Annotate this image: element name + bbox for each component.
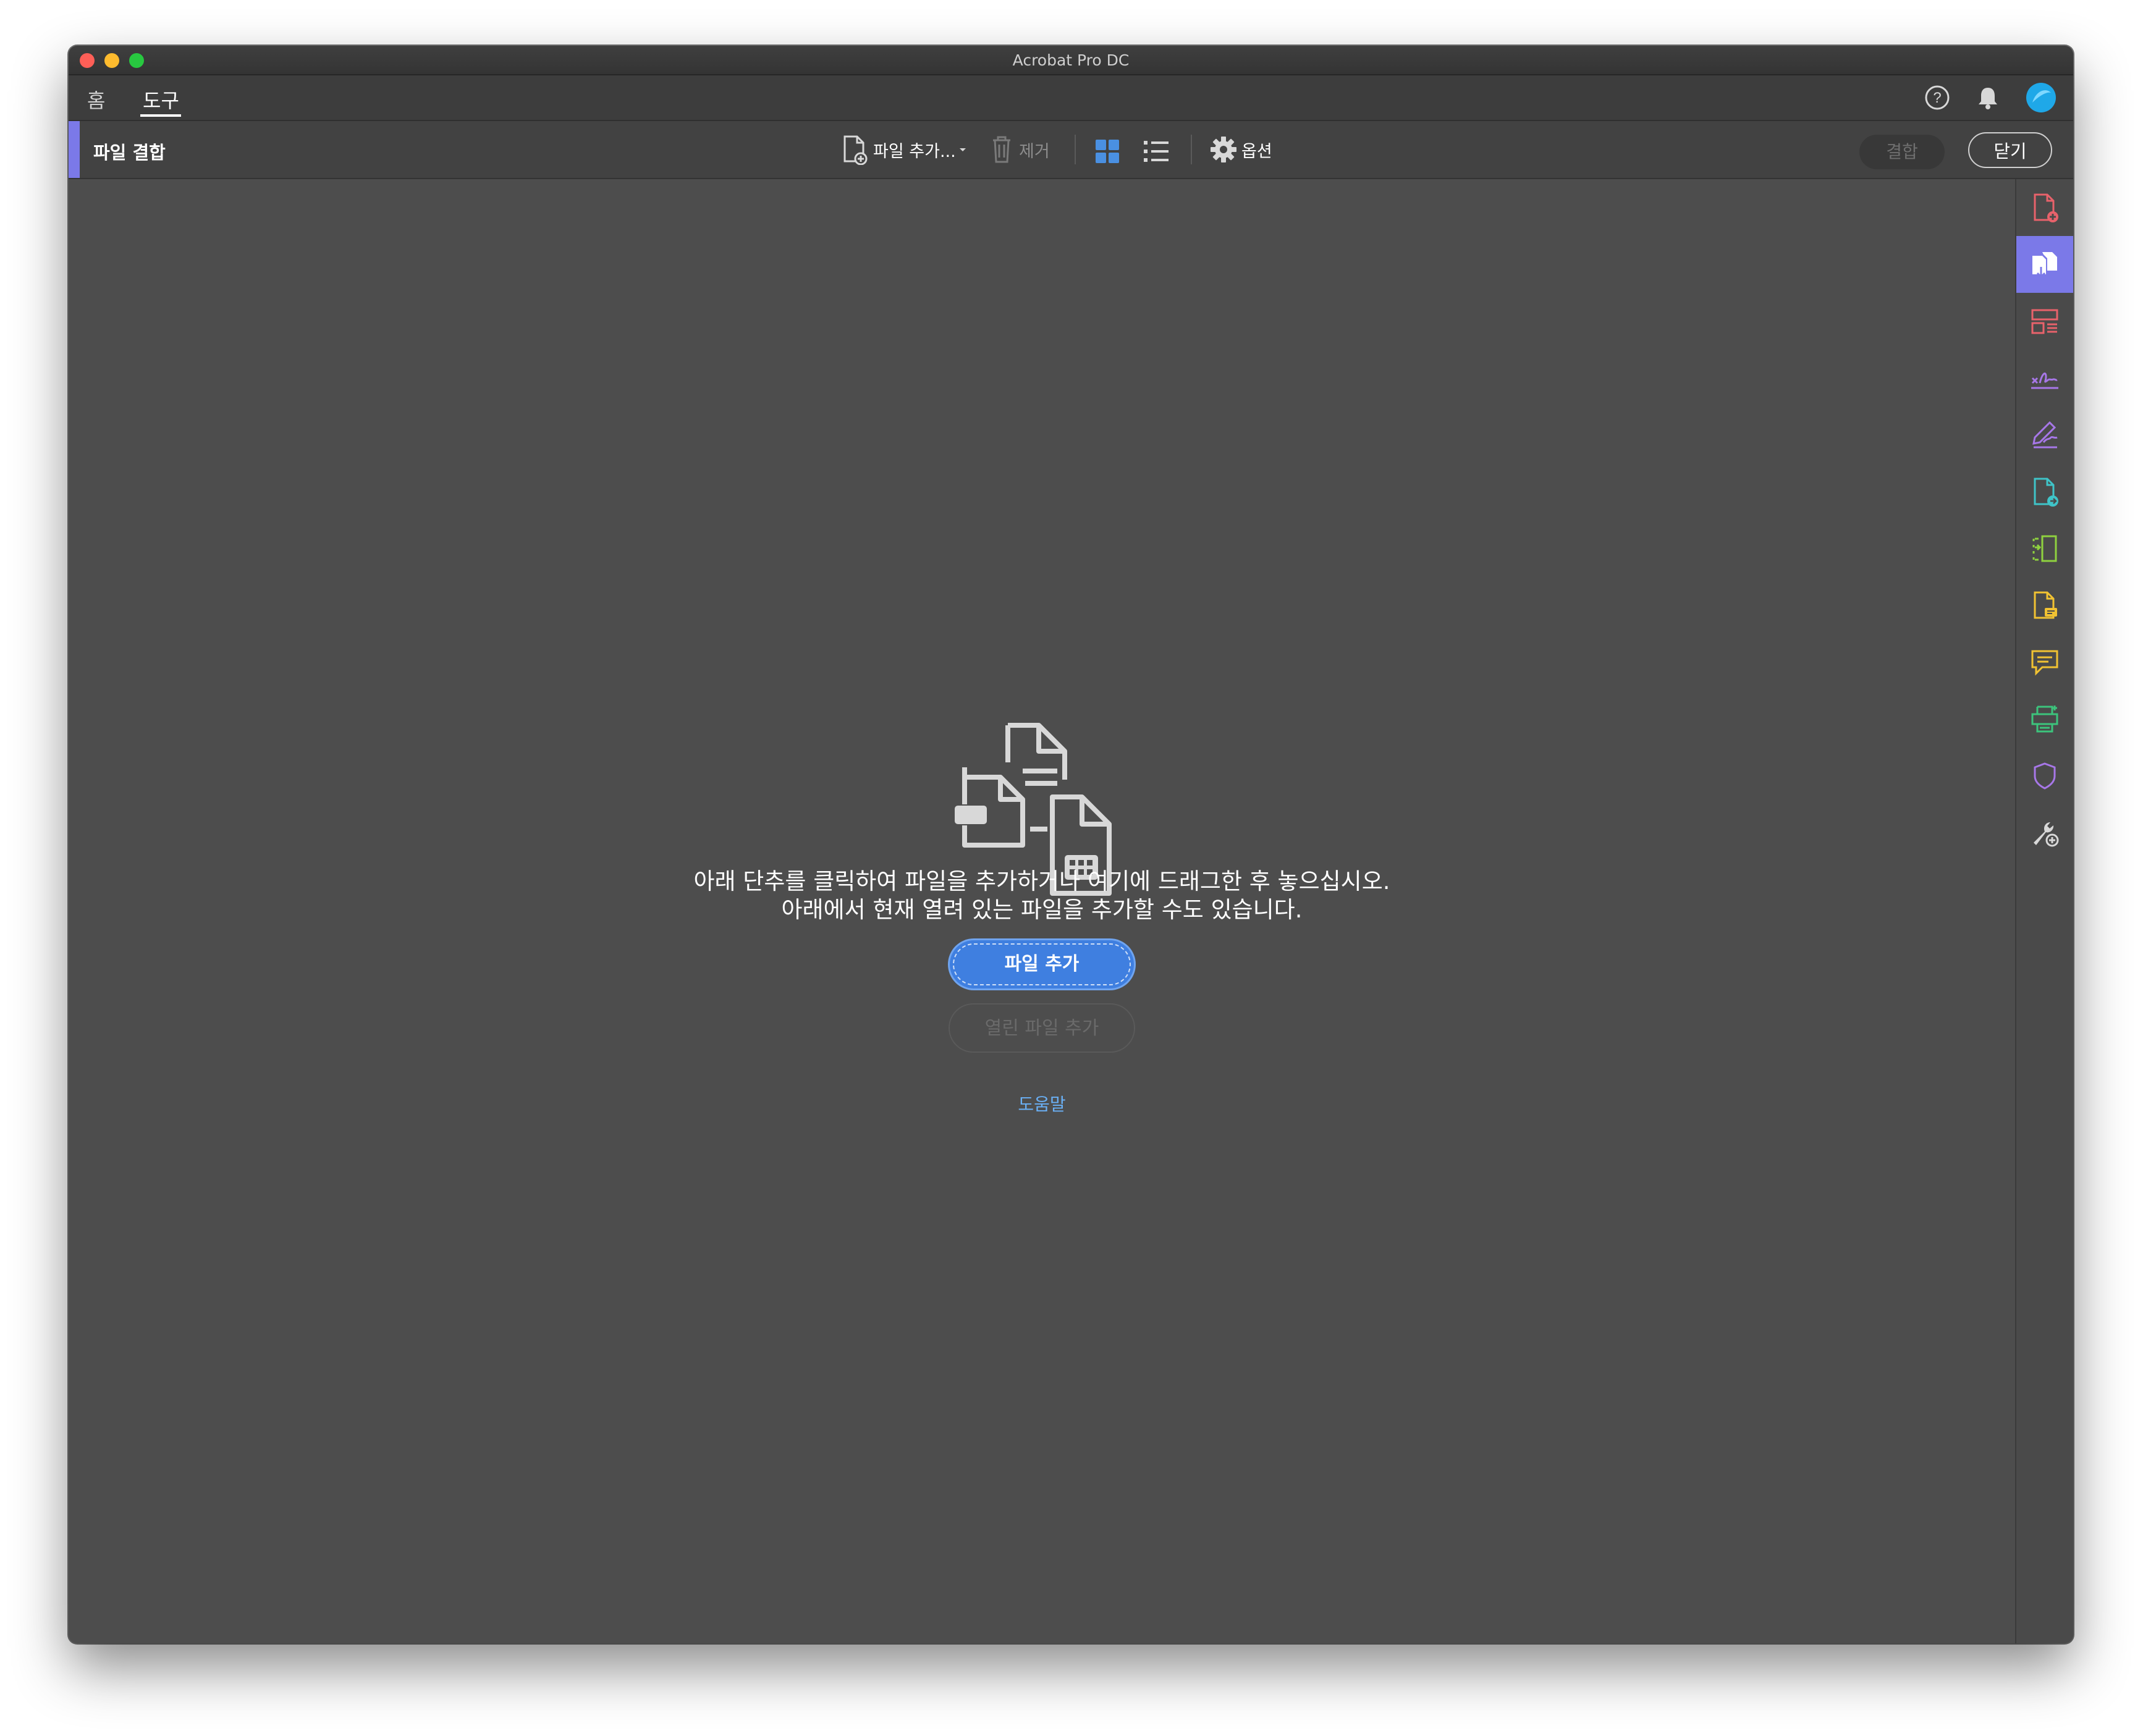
export-pdf-icon <box>2034 478 2058 507</box>
sidebar-item-comment[interactable] <box>2016 634 2073 691</box>
more-tools-icon <box>2034 822 2059 847</box>
scan-ocr-icon <box>2031 706 2058 733</box>
add-files-label: 파일 추가... <box>873 141 956 161</box>
request-signature-icon <box>2032 421 2058 449</box>
sidebar-item-scan-ocr[interactable] <box>2016 691 2073 748</box>
toolbar-separator <box>1191 135 1192 164</box>
user-avatar-icon[interactable] <box>2025 82 2057 114</box>
gear-icon <box>1211 137 1236 162</box>
app-window: Acrobat Pro DC 홈 도구 ? 파일 결합 파일 추가... 제거 … <box>69 46 2073 1643</box>
close-tool-button[interactable]: 닫기 <box>1968 132 2052 168</box>
sidebar-item-edit-pdf[interactable] <box>2016 520 2073 577</box>
remove-button[interactable]: 제거 <box>988 132 1050 167</box>
edit-pdf-icon <box>2032 535 2057 562</box>
sidebar-item-more-tools[interactable] <box>2016 804 2073 861</box>
trash-icon <box>993 136 1010 163</box>
protect-icon <box>2034 762 2056 790</box>
sidebar-item-export-pdf[interactable] <box>2016 463 2073 520</box>
options-button[interactable]: 옵션 <box>1209 132 1272 167</box>
sidebar-item-comment-file[interactable] <box>2016 577 2073 634</box>
list-view-icon[interactable] <box>1143 138 1170 164</box>
chevron-down-icon <box>959 148 966 151</box>
add-file-button[interactable]: 파일 추가 <box>950 940 1134 988</box>
window-title: Acrobat Pro DC <box>1012 51 1130 69</box>
fill-sign-icon <box>2031 373 2058 389</box>
organize-pages-icon <box>2031 309 2058 334</box>
help-icon[interactable]: ? <box>1924 84 1951 111</box>
add-files-button[interactable]: 파일 추가... <box>840 132 970 167</box>
tab-home[interactable]: 홈 <box>87 85 105 114</box>
sidebar-item-create-pdf[interactable] <box>2016 179 2073 236</box>
combine-button[interactable]: 결합 <box>1859 135 1945 169</box>
tool-accent-bar <box>69 121 80 178</box>
help-link[interactable]: 도움말 <box>983 1091 1101 1116</box>
create-pdf-icon <box>2034 193 2058 222</box>
remove-label: 제거 <box>1019 141 1050 161</box>
tools-sidebar <box>2015 179 2073 1643</box>
notification-bell-icon[interactable] <box>1974 84 2001 111</box>
sidebar-item-protect[interactable] <box>2016 748 2073 804</box>
tool-toolbar: 파일 결합 파일 추가... 제거 옵션 결합 닫기 <box>69 121 2073 179</box>
comment-icon <box>2031 650 2058 676</box>
comment-file-icon <box>2034 591 2057 619</box>
title-bar: Acrobat Pro DC <box>69 46 2073 75</box>
tool-title: 파일 결합 <box>93 142 166 163</box>
combine-files-icon <box>2032 252 2057 279</box>
add-file-icon <box>843 135 868 165</box>
toolbar-separator <box>1075 135 1076 164</box>
options-label: 옵션 <box>1241 141 1272 161</box>
instruction-line-2: 아래에서 현재 열려 있는 파일을 추가할 수도 있습니다. <box>781 896 1303 923</box>
sidebar-item-combine-files[interactable] <box>2016 236 2073 293</box>
grid-view-icon[interactable] <box>1094 138 1120 164</box>
tab-bar: 홈 도구 ? <box>69 75 2073 121</box>
tab-tools[interactable]: 도구 <box>143 85 179 114</box>
sidebar-item-request-signature[interactable] <box>2016 407 2073 463</box>
add-open-files-button[interactable]: 열린 파일 추가 <box>949 1003 1135 1053</box>
sidebar-item-organize-pages[interactable] <box>2016 293 2073 350</box>
svg-text:?: ? <box>1933 90 1941 106</box>
sidebar-item-fill-sign[interactable] <box>2016 350 2073 407</box>
active-tab-indicator <box>140 114 181 117</box>
